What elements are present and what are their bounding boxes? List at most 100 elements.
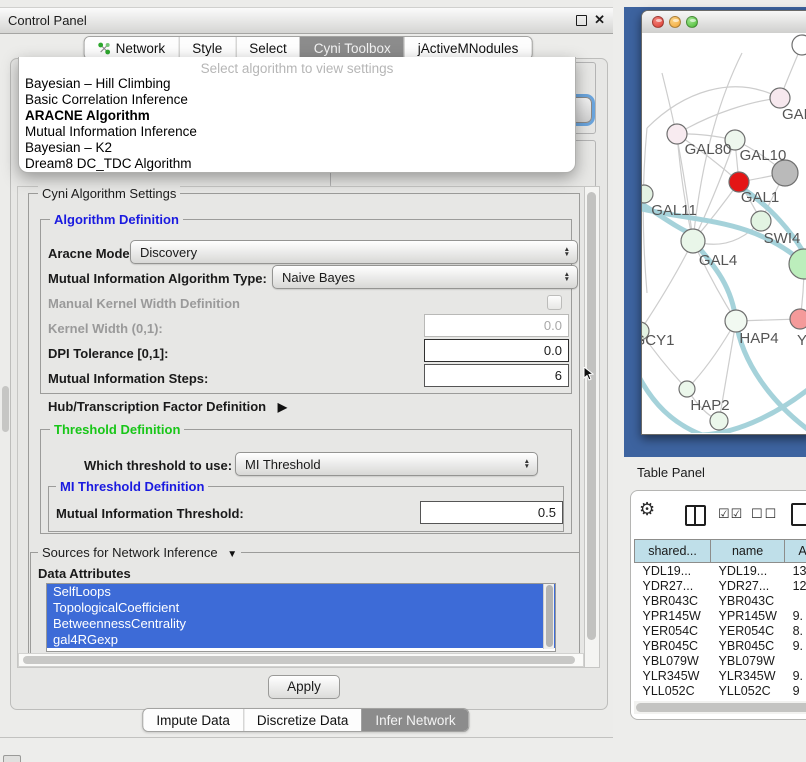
table-cell[interactable]: YER054C <box>635 623 711 638</box>
export-table-icon[interactable] <box>791 503 806 526</box>
kernel-width-input[interactable]: 0.0 <box>424 314 569 337</box>
scrollbar-thumb[interactable] <box>23 656 575 664</box>
table-cell[interactable]: YDL19... <box>711 563 785 579</box>
table-row[interactable]: YPR145WYPR145W9. <box>635 608 806 623</box>
manual-kernel-checkbox[interactable] <box>547 295 562 310</box>
dropdown-item[interactable]: Bayesian – K2 <box>19 140 575 156</box>
columns-icon[interactable] <box>685 505 706 526</box>
collapsed-arrow-icon[interactable]: ▶ <box>278 400 287 414</box>
table-cell[interactable]: YPR145W <box>711 608 785 623</box>
left-scrollbar-thumb[interactable] <box>2 386 9 432</box>
network-node-gal11[interactable] <box>642 185 653 203</box>
mi-threshold-input[interactable]: 0.5 <box>420 501 563 524</box>
table-row[interactable]: YBL079WYBL079W <box>635 653 806 668</box>
tab-network[interactable]: Network <box>85 37 179 59</box>
which-threshold-select[interactable]: MI Threshold ▲▼ <box>235 452 538 476</box>
network-node-salmon-node[interactable] <box>790 309 806 329</box>
attribute-list-item[interactable]: TopologicalCoefficient <box>47 600 555 616</box>
tab-cyni-toolbox[interactable]: Cyni Toolbox <box>300 37 404 59</box>
attribute-list-item[interactable]: BetweennessCentrality <box>47 616 555 632</box>
tab-jactivemnodules[interactable]: jActiveMNodules <box>404 37 532 59</box>
table-cell[interactable] <box>785 593 806 608</box>
float-window-icon[interactable] <box>576 15 587 26</box>
close-traffic-light-icon[interactable] <box>652 16 664 28</box>
dropdown-item[interactable]: ARACNE Algorithm <box>19 108 575 124</box>
table-body[interactable]: YDL19...YDL19...13YDR27...YDR27...12YBR0… <box>635 563 806 699</box>
table-cell[interactable]: YDR27... <box>711 578 785 593</box>
table-cell[interactable]: 12 <box>785 578 806 593</box>
bottom-tab-impute-data[interactable]: Impute Data <box>143 709 243 731</box>
table-cell[interactable]: YBR045C <box>711 638 785 653</box>
attribute-list-item[interactable]: SelfLoops <box>47 584 555 600</box>
table-cell[interactable]: YER054C <box>711 623 785 638</box>
aracne-mode-select[interactable]: Discovery ▲▼ <box>130 240 578 264</box>
network-node-hap4[interactable] <box>725 310 747 332</box>
gear-icon[interactable]: ⚙ <box>639 499 655 520</box>
mi-type-select[interactable]: Naive Bayes ▲▼ <box>272 265 578 289</box>
close-icon[interactable]: ✕ <box>594 12 605 28</box>
table-cell[interactable]: YLL052C <box>711 683 785 698</box>
scrollbar-thumb[interactable] <box>636 703 806 712</box>
table-row[interactable]: YDL19...YDL19...13 <box>635 563 806 579</box>
zoom-traffic-light-icon[interactable] <box>686 16 698 28</box>
table-cell[interactable]: 8. <box>785 623 806 638</box>
network-node-top-partial[interactable] <box>792 35 806 55</box>
table-cell[interactable]: YLL052C <box>635 683 711 698</box>
sources-toggle[interactable]: Sources for Network Inference ▼ <box>38 545 241 560</box>
table-cell[interactable]: 9. <box>785 608 806 623</box>
table-row[interactable]: YER054CYER054C8. <box>635 623 806 638</box>
table-cell[interactable]: YPR145W <box>635 608 711 623</box>
settings-vertical-scrollbar[interactable] <box>584 186 600 668</box>
minimize-traffic-light-icon[interactable] <box>669 16 681 28</box>
data-attributes-list[interactable]: SelfLoopsTopologicalCoefficientBetweenne… <box>46 583 556 652</box>
scrollbar-thumb[interactable] <box>587 192 596 640</box>
tab-select[interactable]: Select <box>235 37 300 59</box>
select-all-checkboxes-icon[interactable]: ☑☑ <box>718 506 743 522</box>
table-cell[interactable]: 9. <box>785 668 806 683</box>
dropdown-item[interactable]: Dream8 DC_TDC Algorithm <box>19 156 575 172</box>
column-header-2[interactable]: name <box>711 540 785 563</box>
table-horizontal-scrollbar[interactable] <box>634 701 806 714</box>
dropdown-item[interactable]: Mutual Information Inference <box>19 124 575 140</box>
attributes-scrollbar[interactable] <box>543 584 554 649</box>
network-node-gal4[interactable] <box>681 229 705 253</box>
mi-steps-input[interactable]: 6 <box>424 364 569 387</box>
table-cell[interactable]: YDL19... <box>635 563 711 579</box>
network-node-gal-pink[interactable] <box>770 88 790 108</box>
dpi-tolerance-input[interactable]: 0.0 <box>424 339 569 362</box>
hub-definition-toggle[interactable]: Hub/Transcription Factor Definition ▶ <box>48 399 287 414</box>
table-cell[interactable]: YBL079W <box>635 653 711 668</box>
network-node-bottom-node[interactable] <box>710 412 728 430</box>
expanded-arrow-icon[interactable]: ▼ <box>227 549 237 560</box>
attribute-list-item[interactable]: gal4RGexp <box>47 632 555 648</box>
table-row[interactable]: YDR27...YDR27...12 <box>635 578 806 593</box>
table-row[interactable]: YBR045CYBR045C9. <box>635 638 806 653</box>
table-cell[interactable]: YLR345W <box>711 668 785 683</box>
table-cell[interactable]: 9. <box>785 638 806 653</box>
bottom-tab-infer-network[interactable]: Infer Network <box>361 709 468 731</box>
table-cell[interactable]: YDR27... <box>635 578 711 593</box>
tab-style[interactable]: Style <box>178 37 235 59</box>
table-cell[interactable]: 13 <box>785 563 806 579</box>
table-cell[interactable]: YBR045C <box>635 638 711 653</box>
table-row[interactable]: YBR043CYBR043C <box>635 593 806 608</box>
column-header-3[interactable]: A <box>785 540 806 563</box>
table-cell[interactable]: YBL079W <box>711 653 785 668</box>
table-cell[interactable]: YBR043C <box>711 593 785 608</box>
deselect-all-checkboxes-icon[interactable]: ☐☐ <box>751 506 778 522</box>
minimized-panel-icon[interactable] <box>3 755 21 762</box>
table-cell[interactable]: YLR345W <box>635 668 711 683</box>
node-attribute-table[interactable]: shared...nameA YDL19...YDL19...13YDR27..… <box>634 539 806 698</box>
table-cell[interactable] <box>785 653 806 668</box>
dropdown-item[interactable]: Bayesian – Hill Climbing <box>19 76 575 92</box>
apply-button[interactable]: Apply <box>268 675 340 699</box>
bottom-tab-discretize-data[interactable]: Discretize Data <box>243 709 362 731</box>
dropdown-item[interactable]: Basic Correlation Inference <box>19 92 575 108</box>
network-window-titlebar[interactable] <box>642 11 806 34</box>
network-canvas[interactable]: GALGAL80GAL10GAL1GAL11SWI4GAL4GCY1HAP4YH… <box>642 33 806 433</box>
network-node-hap2[interactable] <box>679 381 695 397</box>
table-cell[interactable]: YBR043C <box>635 593 711 608</box>
table-row[interactable]: YLR345WYLR345W9. <box>635 668 806 683</box>
settings-horizontal-scrollbar[interactable] <box>18 653 584 667</box>
column-header-1[interactable]: shared... <box>635 540 711 563</box>
